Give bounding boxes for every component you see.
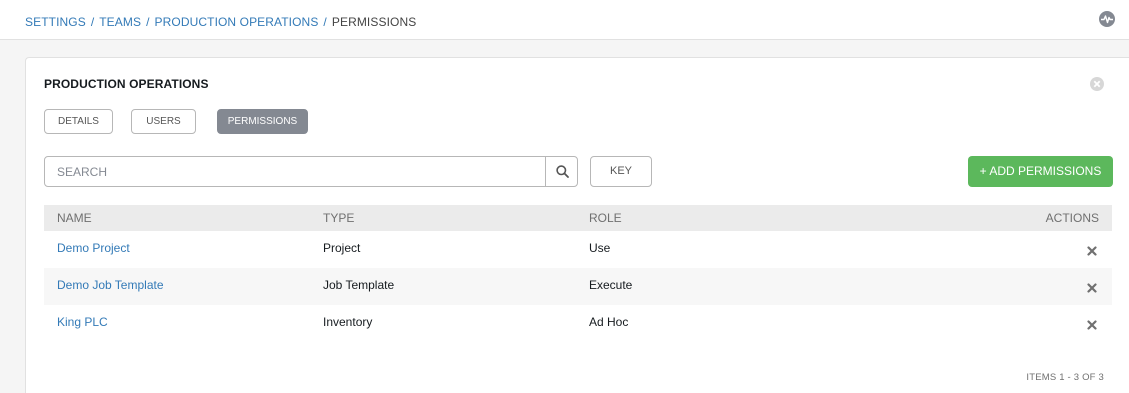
pagination-items-count: ITEMS 1 - 3 OF 3 (1026, 372, 1104, 383)
column-header-name[interactable]: NAME (57, 211, 92, 225)
remove-x-icon[interactable] (1087, 319, 1097, 330)
breadcrumb-separator: / (146, 15, 150, 29)
tab-users[interactable]: USERS (131, 109, 196, 134)
search-box (44, 156, 578, 187)
row-name-link[interactable]: King PLC (57, 315, 108, 329)
row-name-link[interactable]: Demo Job Template (57, 278, 164, 292)
panel-title: PRODUCTION OPERATIONS (44, 77, 209, 91)
table-row: Demo Job Template Job Template Execute (44, 268, 1112, 305)
remove-x-icon[interactable] (1087, 245, 1097, 256)
table-header: NAME TYPE ROLE ACTIONS (44, 205, 1112, 231)
breadcrumb-settings[interactable]: SETTINGS (25, 15, 86, 29)
table-row: Demo Project Project Use (44, 231, 1112, 268)
key-button[interactable]: KEY (590, 156, 652, 187)
close-circle-icon[interactable] (1090, 77, 1104, 91)
column-header-type[interactable]: TYPE (323, 211, 354, 225)
breadcrumb-current: PERMISSIONS (331, 15, 417, 29)
search-button[interactable] (545, 157, 578, 186)
top-bar: SETTINGS / TEAMS / PRODUCTION OPERATIONS / PER… (0, 0, 1129, 40)
permissions-table: NAME TYPE ROLE ACTIONS Demo Project Proj… (44, 205, 1112, 342)
tab-details[interactable]: DETAILS (44, 109, 113, 134)
row-role: Ad Hoc (589, 315, 629, 329)
breadcrumb-production-operations[interactable]: PRODUCTION OPERATIONS (155, 15, 319, 29)
permissions-panel: PRODUCTION OPERATIONS DETAILS USERS PERM… (25, 57, 1129, 393)
add-permissions-button[interactable]: + ADD PERMISSIONS (968, 156, 1113, 187)
breadcrumb: SETTINGS / TEAMS / PRODUCTION OPERATIONS / PER… (25, 15, 416, 29)
row-name-link[interactable]: Demo Project (57, 241, 130, 255)
column-header-role: ROLE (589, 211, 622, 225)
search-input[interactable] (45, 157, 545, 186)
tab-permissions[interactable]: PERMISSIONS (217, 109, 308, 134)
remove-x-icon[interactable] (1087, 282, 1097, 293)
row-type: Project (323, 241, 361, 255)
breadcrumb-separator: / (323, 15, 327, 29)
column-header-actions: ACTIONS (1045, 211, 1099, 225)
row-type: Job Template (323, 278, 395, 292)
row-type: Inventory (323, 315, 373, 329)
row-role: Use (589, 241, 611, 255)
row-role: Execute (589, 278, 633, 292)
breadcrumb-teams[interactable]: TEAMS (99, 15, 141, 29)
activity-pulse-icon[interactable] (1099, 11, 1115, 27)
breadcrumb-separator: / (90, 15, 95, 29)
table-row: King PLC Inventory Ad Hoc (44, 305, 1112, 342)
